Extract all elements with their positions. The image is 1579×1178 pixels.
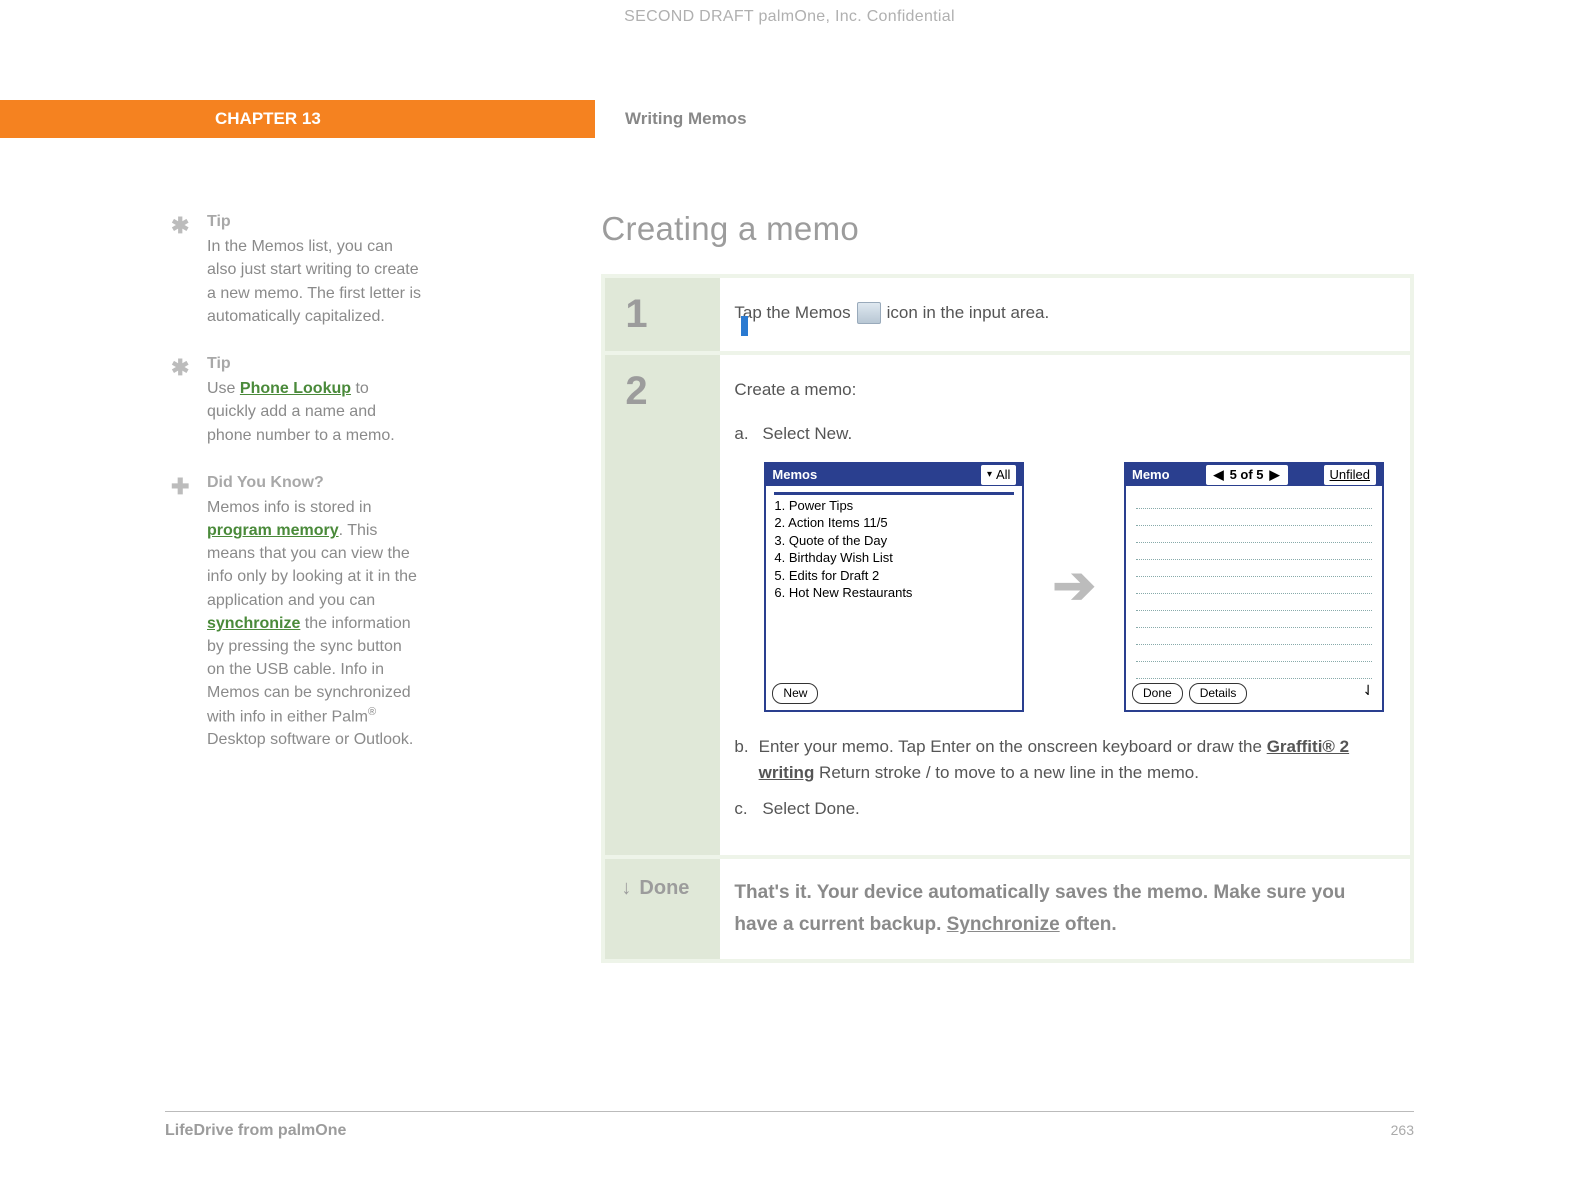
palm-memos-list-screenshot: Memos ▾ All 1. Power Tips 2. Ac bbox=[764, 462, 1024, 712]
asterisk-icon: ✱ bbox=[171, 352, 189, 384]
substep-label: b. bbox=[734, 734, 748, 787]
step-intro: Create a memo: bbox=[734, 377, 1384, 403]
step-number: 1 bbox=[605, 278, 720, 351]
list-item: 5. Edits for Draft 2 bbox=[774, 567, 1014, 585]
done-label-cell: ↓ Done bbox=[605, 859, 720, 960]
palm-memo-lines bbox=[1126, 486, 1382, 685]
palm-button-bar: Done Details bbox=[1132, 683, 1376, 704]
list-item: 6. Hot New Restaurants bbox=[774, 584, 1014, 602]
list-item: 1. Power Tips bbox=[774, 497, 1014, 515]
dropdown-icon: ▾ bbox=[987, 467, 992, 483]
text: Desktop software or Outlook. bbox=[207, 731, 413, 748]
substep-text: Select Done. bbox=[762, 796, 859, 822]
did-you-know: ✚ Did You Know? Memos info is stored in … bbox=[165, 471, 421, 752]
confidential-watermark: SECOND DRAFT palmOne, Inc. Confidential bbox=[0, 8, 1579, 26]
palm-app-title: Memos bbox=[772, 465, 817, 485]
list-item: 3. Quote of the Day bbox=[774, 532, 1014, 550]
text: Enter your memo. Tap Enter on the onscre… bbox=[759, 737, 1267, 756]
done-label: Done bbox=[639, 877, 689, 900]
counter-text: 5 of 5 bbox=[1230, 465, 1264, 485]
tip-label: Tip bbox=[207, 352, 421, 375]
done-body: That's it. Your device automatically sav… bbox=[720, 859, 1410, 960]
palm-category: All bbox=[996, 465, 1010, 485]
text: Use bbox=[207, 380, 240, 397]
step-body: Tap the Memos icon in the input area. bbox=[720, 278, 1410, 351]
steps-container: 1 Tap the Memos icon in the input area. … bbox=[601, 274, 1414, 963]
chapter-number: CHAPTER 13 bbox=[0, 100, 595, 138]
text: Memos info is stored in bbox=[207, 499, 372, 516]
asterisk-icon: ✱ bbox=[171, 210, 189, 242]
synchronize-link[interactable]: Synchronize bbox=[947, 914, 1060, 935]
main-content: Creating a memo 1 Tap the Memos icon in … bbox=[451, 210, 1414, 963]
pencil-icon: ⇃ bbox=[1362, 680, 1374, 702]
palm-button-bar: New bbox=[772, 683, 1016, 704]
text: Tap the Memos bbox=[734, 300, 850, 326]
screenshot-row: Memos ▾ All 1. Power Tips 2. Ac bbox=[764, 462, 1384, 712]
palm-memo-edit-screenshot: Memo ◀ 5 of 5 ▶ Unfiled bbox=[1124, 462, 1384, 712]
chapter-title: Writing Memos bbox=[595, 100, 1579, 138]
prev-icon: ◀ bbox=[1214, 465, 1224, 485]
tip-label: Tip bbox=[207, 210, 421, 233]
palm-titlebar: Memo ◀ 5 of 5 ▶ Unfiled bbox=[1126, 464, 1382, 486]
section-title: Creating a memo bbox=[601, 210, 1414, 248]
palm-category: Unfiled bbox=[1324, 465, 1376, 485]
step-body: Create a memo: a. Select New. Memos bbox=[720, 355, 1410, 855]
palm-new-button: New bbox=[772, 683, 818, 704]
chapter-header: CHAPTER 13 Writing Memos bbox=[0, 100, 1579, 138]
tip-1: ✱ Tip In the Memos list, you can also ju… bbox=[165, 210, 421, 328]
memos-app-icon bbox=[857, 302, 881, 324]
text: Return stroke bbox=[814, 763, 926, 782]
page-footer: LifeDrive from palmOne 263 bbox=[165, 1111, 1414, 1140]
synchronize-link[interactable]: synchronize bbox=[207, 615, 300, 632]
registered-mark: ® bbox=[368, 706, 376, 718]
palm-details-button: Details bbox=[1189, 683, 1248, 704]
arrow-right-icon: ➔ bbox=[1052, 546, 1096, 627]
dyk-label: Did You Know? bbox=[207, 471, 421, 494]
step-number: 2 bbox=[605, 355, 720, 855]
palm-category-selector: ▾ All bbox=[981, 465, 1016, 485]
text: icon in the input area. bbox=[887, 300, 1050, 326]
text: often. bbox=[1060, 914, 1117, 935]
tip-text: In the Memos list, you can also just sta… bbox=[207, 235, 421, 328]
step-2: 2 Create a memo: a. Select New. Memos bbox=[605, 355, 1410, 855]
substep-b: b. Enter your memo. Tap Enter on the ons… bbox=[734, 734, 1384, 787]
substep-label: c. bbox=[734, 796, 752, 822]
product-name: LifeDrive from palmOne bbox=[165, 1122, 346, 1140]
step-1: 1 Tap the Memos icon in the input area. bbox=[605, 278, 1410, 351]
list-item: 2. Action Items 11/5 bbox=[774, 514, 1014, 532]
plus-icon: ✚ bbox=[171, 471, 189, 503]
list-item: 4. Birthday Wish List bbox=[774, 549, 1014, 567]
arrow-down-icon: ↓ bbox=[621, 877, 631, 900]
palm-app-title: Memo bbox=[1132, 465, 1170, 485]
substep-label: a. bbox=[734, 421, 752, 447]
sidebar: ✱ Tip In the Memos list, you can also ju… bbox=[165, 210, 451, 963]
substep-c: c. Select Done. bbox=[734, 796, 1384, 822]
substep-a: a. Select New. bbox=[734, 421, 1384, 447]
page-number: 263 bbox=[1391, 1122, 1414, 1140]
palm-titlebar: Memos ▾ All bbox=[766, 464, 1022, 486]
page-body: ✱ Tip In the Memos list, you can also ju… bbox=[165, 210, 1414, 963]
text: to move to a new line in the memo. bbox=[931, 763, 1199, 782]
tip-2: ✱ Tip Use Phone Lookup to quickly add a … bbox=[165, 352, 421, 447]
next-icon: ▶ bbox=[1270, 465, 1280, 485]
phone-lookup-link[interactable]: Phone Lookup bbox=[240, 380, 351, 397]
done-row: ↓ Done That's it. Your device automatica… bbox=[605, 859, 1410, 960]
palm-counter: ◀ 5 of 5 ▶ bbox=[1206, 465, 1288, 485]
program-memory-link[interactable]: program memory bbox=[207, 522, 339, 539]
section-marker bbox=[741, 316, 748, 336]
dyk-text: Memos info is stored in program memory. … bbox=[207, 496, 421, 751]
substep-text: Enter your memo. Tap Enter on the onscre… bbox=[759, 734, 1384, 787]
tip-text: Use Phone Lookup to quickly add a name a… bbox=[207, 377, 421, 447]
palm-memo-list: 1. Power Tips 2. Action Items 11/5 3. Qu… bbox=[766, 486, 1022, 608]
substep-text: Select New. bbox=[762, 421, 852, 447]
palm-done-button: Done bbox=[1132, 683, 1183, 704]
